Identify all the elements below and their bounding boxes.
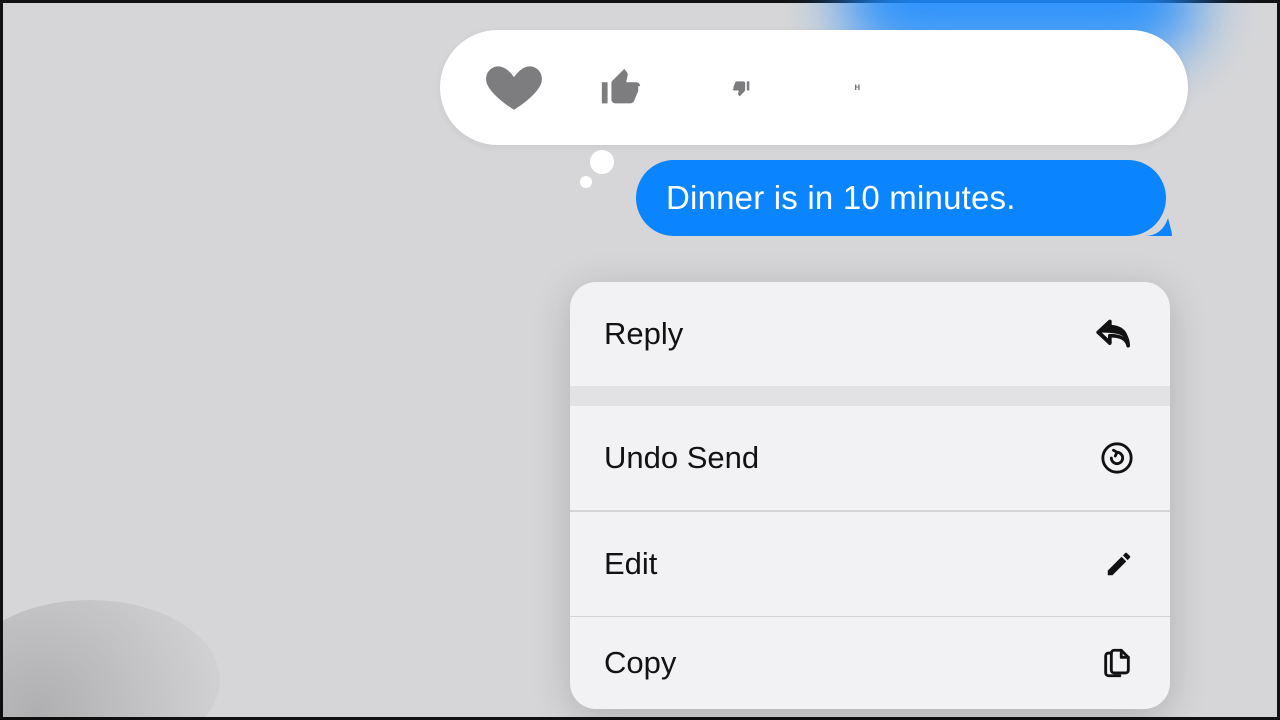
menu-item-label: Reply xyxy=(604,316,683,352)
menu-item-label: Edit xyxy=(604,546,657,582)
menu-section-gap xyxy=(570,386,1170,406)
menu-item-undo-send[interactable]: Undo Send xyxy=(570,406,1170,510)
tapback-tail-dot-2 xyxy=(580,176,592,188)
menu-item-label: Undo Send xyxy=(604,440,759,476)
undo-circle-icon xyxy=(1100,441,1134,475)
menu-item-label: Copy xyxy=(604,645,676,681)
sent-message-bubble[interactable]: Dinner is in 10 minutes. xyxy=(636,160,1166,236)
pencil-icon xyxy=(1104,549,1134,579)
tapback-tail-dot-1 xyxy=(590,150,614,174)
menu-item-edit[interactable]: Edit xyxy=(570,512,1170,616)
tapback-bar[interactable]: ʜ xyxy=(440,30,1188,145)
double-doc-icon xyxy=(1100,646,1134,680)
bubble-tail xyxy=(1144,208,1172,236)
context-menu: Reply Undo Send Edit Copy xyxy=(570,282,1170,709)
haha-glyph: ʜ xyxy=(854,82,860,93)
reply-arrow-icon xyxy=(1094,314,1134,354)
message-text: Dinner is in 10 minutes. xyxy=(666,179,1016,217)
thumbs-down-icon[interactable] xyxy=(686,78,796,98)
menu-item-reply[interactable]: Reply xyxy=(570,282,1170,386)
thumbs-up-icon[interactable] xyxy=(566,65,676,111)
heart-icon[interactable] xyxy=(468,59,560,117)
haha-icon[interactable]: ʜ xyxy=(802,82,912,93)
messages-context-screen: ʜ Dinner is in 10 minutes. Reply Undo Se… xyxy=(0,0,1280,720)
menu-item-copy[interactable]: Copy xyxy=(570,617,1170,709)
